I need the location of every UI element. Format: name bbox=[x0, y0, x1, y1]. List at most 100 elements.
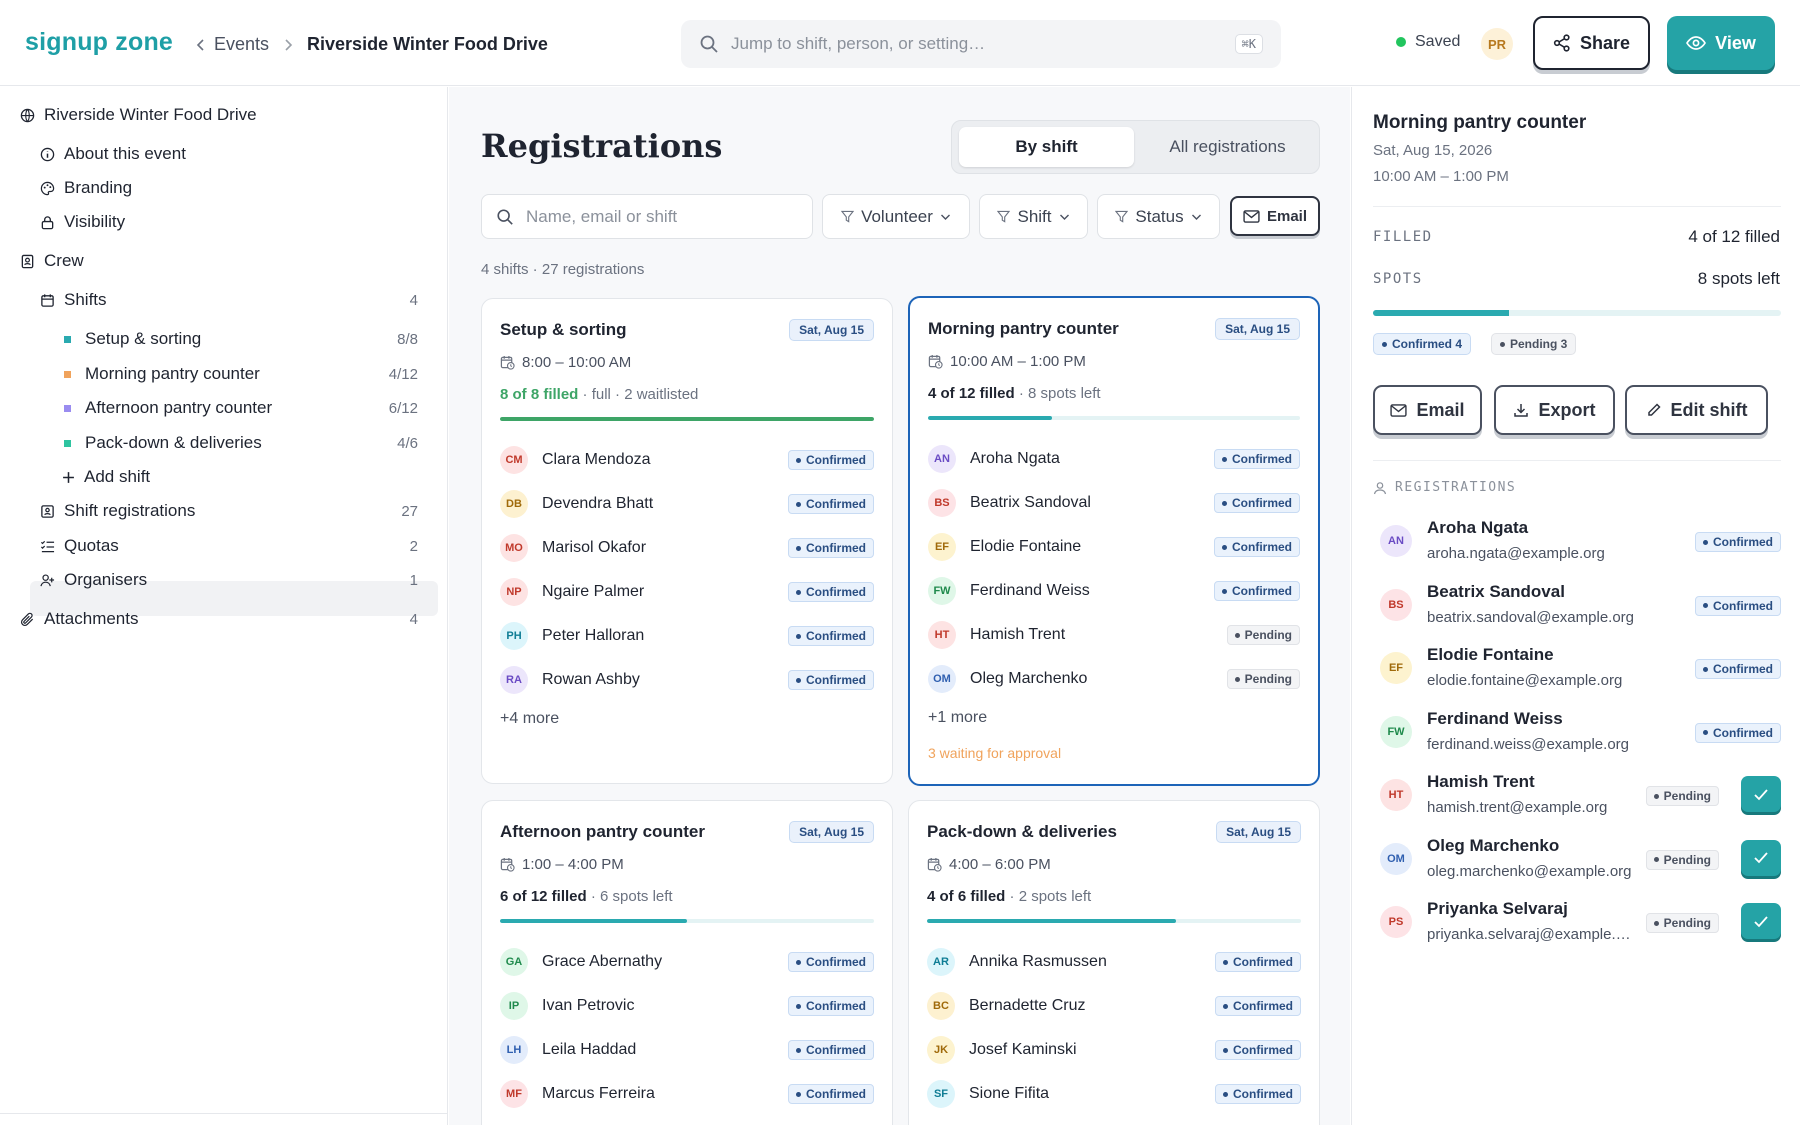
shift-fill-detail: · 2 spots left bbox=[1005, 888, 1092, 905]
sidebar-item-shifts[interactable]: Shifts 4 bbox=[40, 290, 438, 310]
registrant-row[interactable]: HT Hamish Trent Pending bbox=[928, 619, 1300, 651]
avatar: SF bbox=[927, 1080, 955, 1108]
email-button[interactable]: Email bbox=[1230, 196, 1320, 236]
registrant-row[interactable]: NP Ngaire Palmer Confirmed bbox=[500, 576, 874, 608]
status-badge: Confirmed bbox=[788, 1040, 874, 1060]
shift-card[interactable]: Afternoon pantry counter Sat, Aug 15 1:00 … bbox=[481, 800, 893, 1125]
sidebar-item-crew[interactable]: Crew bbox=[20, 251, 84, 271]
panel-registration-row[interactable]: AN Aroha Ngata aroha.ngata@example.org Conf… bbox=[1380, 517, 1781, 567]
global-search-input[interactable]: Jump to shift, person, or setting… ⌘K bbox=[681, 20, 1281, 68]
sidebar-item-event[interactable]: Riverside Winter Food Drive bbox=[20, 105, 257, 125]
sidebar-item-shift-registrations[interactable]: Shift registrations 27 bbox=[40, 501, 438, 521]
tab-all-registrations[interactable]: All registrations bbox=[1140, 127, 1315, 167]
sidebar-item-count: 6/12 bbox=[388, 399, 418, 417]
panel-registration-row[interactable]: PS Priyanka Selvaraj priyanka.selvaraj@exa… bbox=[1380, 898, 1781, 948]
status-badge: Confirmed bbox=[1215, 1084, 1301, 1104]
sidebar-item-branding[interactable]: Branding bbox=[40, 178, 132, 198]
avatar: MF bbox=[500, 1080, 528, 1108]
shift-progress-fill bbox=[927, 919, 1177, 923]
status-badge: Confirmed bbox=[1215, 996, 1301, 1016]
export-button[interactable]: Export bbox=[1494, 385, 1615, 435]
registrant-row[interactable]: SF Sione Fifita Confirmed bbox=[927, 1078, 1301, 1110]
show-more-link[interactable]: +1 more bbox=[928, 709, 987, 727]
registrant-row[interactable]: RA Rowan Ashby Confirmed bbox=[500, 664, 874, 696]
add-shift-button[interactable]: Add shift bbox=[62, 467, 150, 487]
volunteer-filter[interactable]: Volunteer bbox=[822, 194, 970, 239]
user-icon bbox=[1373, 481, 1387, 494]
sidebar-item-label: Quotas bbox=[64, 536, 119, 555]
shift-filled-count: 6 of 12 filled bbox=[500, 888, 587, 905]
shift-card[interactable]: Setup & sorting Sat, Aug 15 8:00 – 10:00 A… bbox=[481, 298, 893, 784]
share-button[interactable]: Share bbox=[1533, 16, 1650, 70]
palette-icon bbox=[40, 181, 55, 195]
registrant-row[interactable]: MO Marisol Okafor Confirmed bbox=[500, 532, 874, 564]
sidebar-item-about[interactable]: About this event bbox=[40, 144, 186, 164]
shift-time: 10:00 AM – 1:00 PM bbox=[928, 353, 1086, 370]
registrant-name: Beatrix Sandoval bbox=[1427, 581, 1565, 601]
registrations-summary: 4 shifts · 27 registrations bbox=[481, 261, 645, 278]
avatar: FW bbox=[1380, 715, 1412, 748]
shift-card[interactable]: Morning pantry counter Sat, Aug 15 10:00 A… bbox=[908, 296, 1320, 786]
show-more-link[interactable]: +4 more bbox=[500, 710, 559, 728]
registrant-row[interactable]: GA Grace Abernathy Confirmed bbox=[500, 946, 874, 978]
registrant-name: Oleg Marchenko bbox=[1427, 835, 1560, 855]
sidebar-item-visibility[interactable]: Visibility bbox=[40, 212, 125, 232]
status-badge: Pending bbox=[1645, 849, 1719, 870]
sidebar-item-count: 4/6 bbox=[397, 434, 418, 452]
sidebar-item-shift-setup[interactable]: Setup & sorting 8/8 bbox=[64, 329, 438, 349]
shift-time-label: 4:00 – 6:00 PM bbox=[949, 856, 1051, 873]
registrant-row[interactable]: LH Leila Haddad Confirmed bbox=[500, 1034, 874, 1066]
registrant-row[interactable]: PH Peter Halloran Confirmed bbox=[500, 620, 874, 652]
panel-email-button[interactable]: Email bbox=[1373, 385, 1482, 435]
avatar: IP bbox=[500, 992, 528, 1020]
avatar: MO bbox=[500, 534, 528, 562]
registrant-row[interactable]: EF Elodie Fontaine Confirmed bbox=[928, 531, 1300, 563]
chevron-down-icon bbox=[940, 214, 950, 220]
registrant-row[interactable]: AN Aroha Ngata Confirmed bbox=[928, 443, 1300, 475]
sidebar-item-organisers[interactable]: Organisers 1 bbox=[40, 570, 438, 590]
registrant-row[interactable]: CM Clara Mendoza Confirmed bbox=[500, 444, 874, 476]
sidebar-item-attachments[interactable]: Attachments 4 bbox=[20, 609, 438, 629]
pending-count-badge: Pending 3 bbox=[1491, 333, 1577, 355]
approve-button[interactable] bbox=[1741, 776, 1781, 812]
sidebar-item-quotas[interactable]: Quotas 2 bbox=[40, 536, 438, 556]
avatar: EF bbox=[928, 533, 956, 561]
registrant-row[interactable]: FW Ferdinand Weiss Confirmed bbox=[928, 575, 1300, 607]
approve-button[interactable] bbox=[1741, 839, 1781, 876]
shift-filter[interactable]: Shift bbox=[979, 194, 1088, 239]
panel-registration-row[interactable]: OM Oleg Marchenko oleg.marchenko@example.o… bbox=[1380, 835, 1781, 885]
spots-label: SPOTS bbox=[1373, 271, 1423, 287]
view-button[interactable]: View bbox=[1667, 16, 1775, 70]
sidebar-item-label: Visibility bbox=[64, 212, 126, 231]
approve-button[interactable] bbox=[1741, 903, 1781, 939]
panel-registration-row[interactable]: BS Beatrix Sandoval beatrix.sandoval@examp… bbox=[1380, 581, 1781, 631]
registrant-row[interactable]: JK Josef Kaminski Confirmed bbox=[927, 1034, 1301, 1066]
breadcrumb-events[interactable]: Events bbox=[214, 34, 269, 55]
sidebar-item-shift-morning[interactable]: Morning pantry counter 4/12 bbox=[64, 364, 438, 384]
sidebar-item-shift-packdown[interactable]: Pack-down & deliveries 4/6 bbox=[64, 433, 438, 453]
shift-card-title: Morning pantry counter bbox=[928, 319, 1119, 338]
registrant-name: Aroha Ngata bbox=[1427, 518, 1529, 537]
registrant-row[interactable]: AR Annika Rasmussen Confirmed bbox=[927, 946, 1301, 978]
tab-by-shift[interactable]: By shift bbox=[959, 127, 1134, 167]
panel-registration-row[interactable]: EF Elodie Fontaine elodie.fontaine@example… bbox=[1380, 644, 1781, 694]
registrant-row[interactable]: MF Marcus Ferreira Confirmed bbox=[500, 1078, 874, 1110]
status-filter[interactable]: Status bbox=[1097, 194, 1220, 239]
add-shift-label: Add shift bbox=[84, 467, 151, 486]
registrant-row[interactable]: DB Devendra Bhatt Confirmed bbox=[500, 488, 874, 520]
shift-card[interactable]: Pack-down & deliveries Sat, Aug 15 4:00 – … bbox=[908, 800, 1320, 1125]
sidebar-item-shift-afternoon[interactable]: Afternoon pantry counter 6/12 bbox=[64, 398, 438, 418]
avatar: GA bbox=[500, 948, 528, 976]
shift-time-label: 8:00 – 10:00 AM bbox=[522, 354, 632, 371]
panel-registration-row[interactable]: HT Hamish Trent hamish.trent@example.org Pe… bbox=[1380, 771, 1781, 821]
registration-search-input[interactable]: Name, email or shift bbox=[481, 194, 813, 239]
edit-shift-button[interactable]: Edit shift bbox=[1625, 385, 1768, 435]
sidebar-item-count: 4 bbox=[409, 610, 418, 628]
registrant-row[interactable]: BC Bernadette Cruz Confirmed bbox=[927, 990, 1301, 1022]
panel-registration-row[interactable]: FW Ferdinand Weiss ferdinand.weiss@example… bbox=[1380, 708, 1781, 758]
user-avatar[interactable]: PR bbox=[1481, 28, 1513, 60]
registrant-row[interactable]: BS Beatrix Sandoval Confirmed bbox=[928, 487, 1300, 519]
registrant-row[interactable]: IP Ivan Petrovic Confirmed bbox=[500, 990, 874, 1022]
app-logo[interactable]: signup zone bbox=[25, 28, 173, 57]
registrant-row[interactable]: OM Oleg Marchenko Pending bbox=[928, 663, 1300, 695]
